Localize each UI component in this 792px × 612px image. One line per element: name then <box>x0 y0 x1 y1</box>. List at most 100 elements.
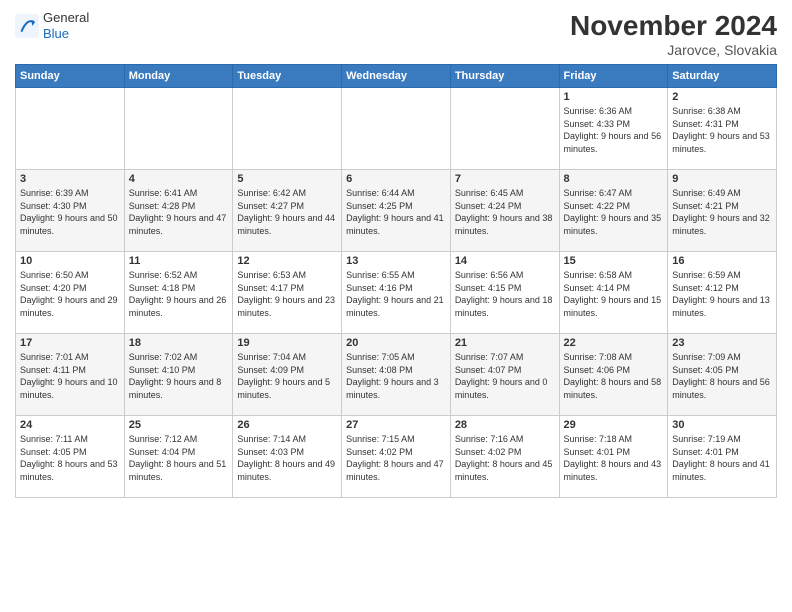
day-number-1: 1 <box>564 91 664 103</box>
day-info-20: Sunrise: 7:05 AM Sunset: 4:08 PM Dayligh… <box>346 351 446 401</box>
day-number-24: 24 <box>20 419 120 431</box>
day-info-8: Sunrise: 6:47 AM Sunset: 4:22 PM Dayligh… <box>564 187 664 237</box>
day-info-2: Sunrise: 6:38 AM Sunset: 4:31 PM Dayligh… <box>672 105 772 155</box>
day-cell-4-0: 24 Sunrise: 7:11 AM Sunset: 4:05 PM Dayli… <box>16 416 125 498</box>
week-row-1: 3 Sunrise: 6:39 AM Sunset: 4:30 PM Daylig… <box>16 170 777 252</box>
day-info-3: Sunrise: 6:39 AM Sunset: 4:30 PM Dayligh… <box>20 187 120 237</box>
day-cell-4-6: 30Sunrise: 7:19 AM Sunset: 4:01 PM Dayli… <box>668 416 777 498</box>
day-cell-0-2 <box>233 88 342 170</box>
day-info-28: Sunrise: 7:16 AM Sunset: 4:02 PM Dayligh… <box>455 433 555 483</box>
day-info-6: Sunrise: 6:44 AM Sunset: 4:25 PM Dayligh… <box>346 187 446 237</box>
day-number-9: 9 <box>672 173 772 185</box>
day-info-23: Sunrise: 7:09 AM Sunset: 4:05 PM Dayligh… <box>672 351 772 401</box>
logo-general: General <box>43 10 89 26</box>
week-row-4: 24 Sunrise: 7:11 AM Sunset: 4:05 PM Dayli… <box>16 416 777 498</box>
day-cell-1-0: 3 Sunrise: 6:39 AM Sunset: 4:30 PM Daylig… <box>16 170 125 252</box>
day-cell-0-4 <box>450 88 559 170</box>
day-number-12: 12 <box>237 255 337 267</box>
day-info-5: Sunrise: 6:42 AM Sunset: 4:27 PM Dayligh… <box>237 187 337 237</box>
logo-icon <box>15 14 39 38</box>
day-cell-0-3 <box>342 88 451 170</box>
weekday-header-row: Sunday Monday Tuesday Wednesday Thursday… <box>16 65 777 88</box>
day-cell-4-3: 27 Sunrise: 7:15 AM Sunset: 4:02 PM Dayli… <box>342 416 451 498</box>
month-title: November 2024 <box>570 10 777 42</box>
day-cell-1-6: 9Sunrise: 6:49 AM Sunset: 4:21 PM Daylig… <box>668 170 777 252</box>
day-number-3: 3 <box>20 173 120 185</box>
day-number-26: 26 <box>237 419 337 431</box>
day-info-7: Sunrise: 6:45 AM Sunset: 4:24 PM Dayligh… <box>455 187 555 237</box>
day-cell-1-2: 5 Sunrise: 6:42 AM Sunset: 4:27 PM Daylig… <box>233 170 342 252</box>
day-info-14: Sunrise: 6:56 AM Sunset: 4:15 PM Dayligh… <box>455 269 555 319</box>
location: Jarovce, Slovakia <box>570 42 777 58</box>
week-row-2: 10Sunrise: 6:50 AM Sunset: 4:20 PM Dayli… <box>16 252 777 334</box>
day-cell-0-5: 1 Sunrise: 6:36 AM Sunset: 4:33 PM Daylig… <box>559 88 668 170</box>
day-number-30: 30 <box>672 419 772 431</box>
day-number-5: 5 <box>237 173 337 185</box>
day-info-26: Sunrise: 7:14 AM Sunset: 4:03 PM Dayligh… <box>237 433 337 483</box>
header-monday: Monday <box>124 65 233 88</box>
day-number-19: 19 <box>237 337 337 349</box>
day-number-6: 6 <box>346 173 446 185</box>
day-info-10: Sunrise: 6:50 AM Sunset: 4:20 PM Dayligh… <box>20 269 120 319</box>
week-row-3: 17 Sunrise: 7:01 AM Sunset: 4:11 PM Dayli… <box>16 334 777 416</box>
header-thursday: Thursday <box>450 65 559 88</box>
day-cell-3-0: 17 Sunrise: 7:01 AM Sunset: 4:11 PM Dayli… <box>16 334 125 416</box>
day-number-25: 25 <box>129 419 229 431</box>
logo: General Blue <box>15 10 89 41</box>
day-cell-2-5: 15 Sunrise: 6:58 AM Sunset: 4:14 PM Dayli… <box>559 252 668 334</box>
day-number-15: 15 <box>564 255 664 267</box>
day-info-27: Sunrise: 7:15 AM Sunset: 4:02 PM Dayligh… <box>346 433 446 483</box>
logo-blue: Blue <box>43 26 89 42</box>
day-cell-4-1: 25 Sunrise: 7:12 AM Sunset: 4:04 PM Dayli… <box>124 416 233 498</box>
day-number-7: 7 <box>455 173 555 185</box>
day-number-22: 22 <box>564 337 664 349</box>
day-info-22: Sunrise: 7:08 AM Sunset: 4:06 PM Dayligh… <box>564 351 664 401</box>
day-info-25: Sunrise: 7:12 AM Sunset: 4:04 PM Dayligh… <box>129 433 229 483</box>
day-cell-2-0: 10Sunrise: 6:50 AM Sunset: 4:20 PM Dayli… <box>16 252 125 334</box>
day-number-21: 21 <box>455 337 555 349</box>
header: General Blue November 2024 Jarovce, Slov… <box>15 10 777 58</box>
day-cell-3-3: 20Sunrise: 7:05 AM Sunset: 4:08 PM Dayli… <box>342 334 451 416</box>
header-friday: Friday <box>559 65 668 88</box>
day-cell-2-4: 14Sunrise: 6:56 AM Sunset: 4:15 PM Dayli… <box>450 252 559 334</box>
day-cell-3-1: 18Sunrise: 7:02 AM Sunset: 4:10 PM Dayli… <box>124 334 233 416</box>
header-tuesday: Tuesday <box>233 65 342 88</box>
day-cell-3-5: 22 Sunrise: 7:08 AM Sunset: 4:06 PM Dayli… <box>559 334 668 416</box>
week-row-0: 1 Sunrise: 6:36 AM Sunset: 4:33 PM Daylig… <box>16 88 777 170</box>
day-cell-4-4: 28 Sunrise: 7:16 AM Sunset: 4:02 PM Dayli… <box>450 416 559 498</box>
day-cell-4-5: 29Sunrise: 7:18 AM Sunset: 4:01 PM Dayli… <box>559 416 668 498</box>
day-info-13: Sunrise: 6:55 AM Sunset: 4:16 PM Dayligh… <box>346 269 446 319</box>
header-wednesday: Wednesday <box>342 65 451 88</box>
day-cell-4-2: 26 Sunrise: 7:14 AM Sunset: 4:03 PM Dayli… <box>233 416 342 498</box>
day-info-1: Sunrise: 6:36 AM Sunset: 4:33 PM Dayligh… <box>564 105 664 155</box>
day-number-4: 4 <box>129 173 229 185</box>
day-info-24: Sunrise: 7:11 AM Sunset: 4:05 PM Dayligh… <box>20 433 120 483</box>
day-number-11: 11 <box>129 255 229 267</box>
day-number-23: 23 <box>672 337 772 349</box>
day-info-12: Sunrise: 6:53 AM Sunset: 4:17 PM Dayligh… <box>237 269 337 319</box>
day-info-16: Sunrise: 6:59 AM Sunset: 4:12 PM Dayligh… <box>672 269 772 319</box>
day-number-13: 13 <box>346 255 446 267</box>
day-info-15: Sunrise: 6:58 AM Sunset: 4:14 PM Dayligh… <box>564 269 664 319</box>
day-cell-2-1: 11 Sunrise: 6:52 AM Sunset: 4:18 PM Dayli… <box>124 252 233 334</box>
day-number-27: 27 <box>346 419 446 431</box>
day-number-17: 17 <box>20 337 120 349</box>
title-section: November 2024 Jarovce, Slovakia <box>570 10 777 58</box>
day-cell-1-1: 4Sunrise: 6:41 AM Sunset: 4:28 PM Daylig… <box>124 170 233 252</box>
day-info-17: Sunrise: 7:01 AM Sunset: 4:11 PM Dayligh… <box>20 351 120 401</box>
day-cell-3-6: 23 Sunrise: 7:09 AM Sunset: 4:05 PM Dayli… <box>668 334 777 416</box>
day-info-11: Sunrise: 6:52 AM Sunset: 4:18 PM Dayligh… <box>129 269 229 319</box>
day-cell-1-3: 6 Sunrise: 6:44 AM Sunset: 4:25 PM Daylig… <box>342 170 451 252</box>
logo-text: General Blue <box>43 10 89 41</box>
day-info-21: Sunrise: 7:07 AM Sunset: 4:07 PM Dayligh… <box>455 351 555 401</box>
day-number-8: 8 <box>564 173 664 185</box>
day-number-16: 16 <box>672 255 772 267</box>
day-info-18: Sunrise: 7:02 AM Sunset: 4:10 PM Dayligh… <box>129 351 229 401</box>
calendar-page: General Blue November 2024 Jarovce, Slov… <box>0 0 792 612</box>
day-info-29: Sunrise: 7:18 AM Sunset: 4:01 PM Dayligh… <box>564 433 664 483</box>
day-cell-3-4: 21 Sunrise: 7:07 AM Sunset: 4:07 PM Dayli… <box>450 334 559 416</box>
day-number-28: 28 <box>455 419 555 431</box>
day-cell-2-3: 13 Sunrise: 6:55 AM Sunset: 4:16 PM Dayli… <box>342 252 451 334</box>
header-saturday: Saturday <box>668 65 777 88</box>
day-cell-0-1 <box>124 88 233 170</box>
